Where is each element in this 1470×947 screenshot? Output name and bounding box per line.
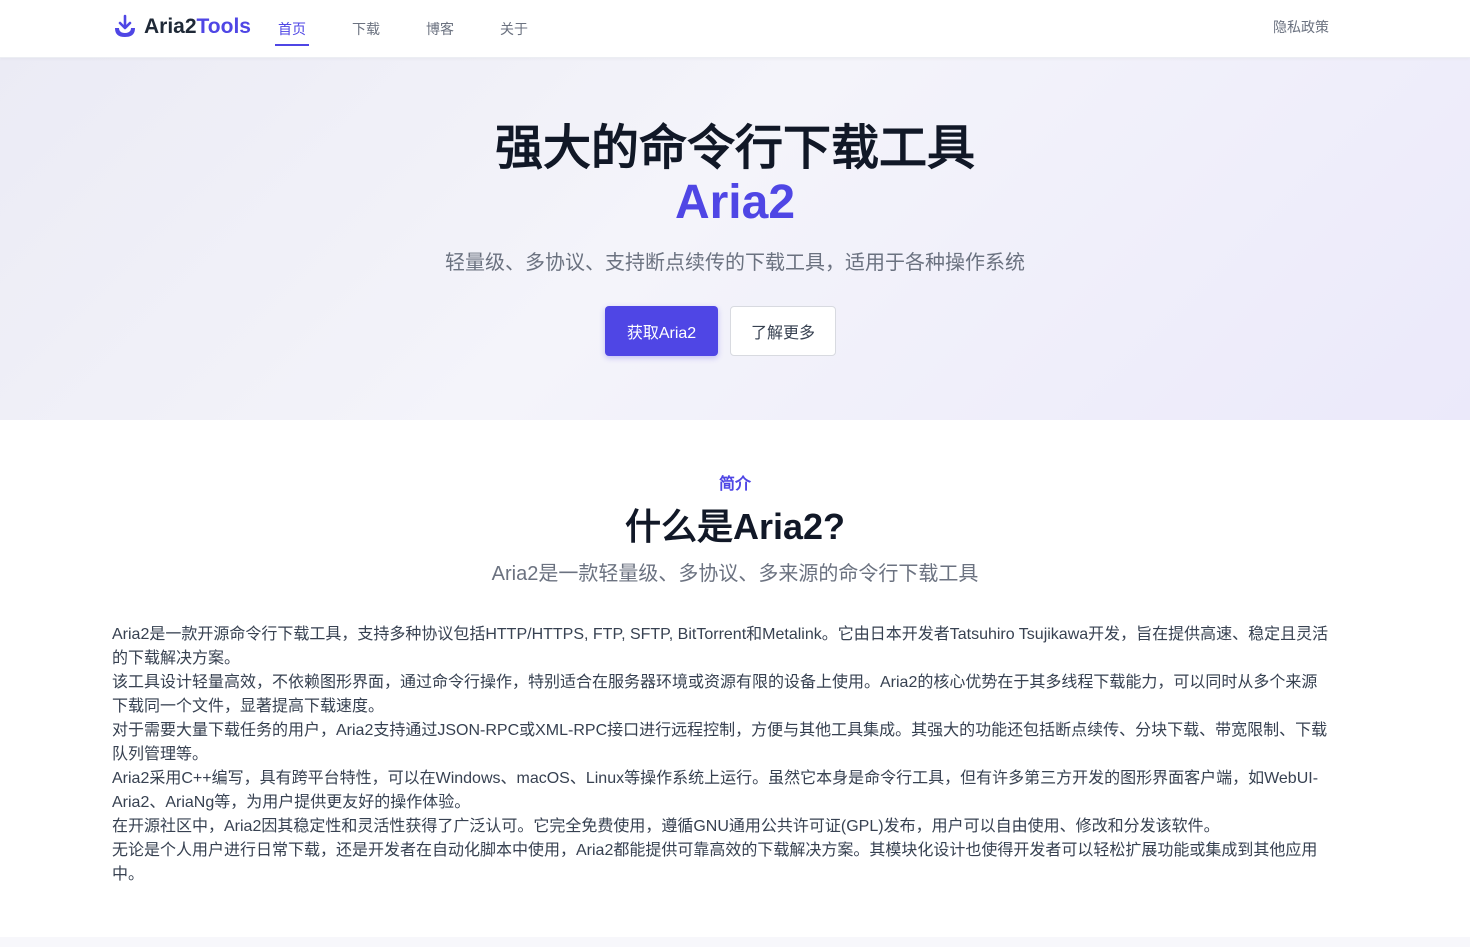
section-title: 什么是Aria2? — [624, 506, 846, 547]
learn-more-button[interactable]: 了解更多 — [730, 306, 836, 356]
logo-text: Aria2Tools — [144, 15, 251, 39]
intro-paragraph: 该工具设计轻量高效，不依赖图形界面，通过命令行操作，特别适合在服务器环境或资源有… — [112, 674, 1318, 715]
intro-paragraph: Aria2是一款开源命令行下载工具，支持多种协议包括HTTP/HTTPS, FT… — [112, 626, 1329, 667]
hero-section: 强大的命令行下载工具 Aria2 轻量级、多协议、支持断点续传的下载工具，适用于… — [0, 58, 1470, 420]
intro-body: Aria2是一款开源命令行下载工具，支持多种协议包括HTTP/HTTPS, FT… — [112, 623, 1332, 887]
intro-paragraph: Aria2采用C++编写，具有跨平台特性，可以在Windows、macOS、Li… — [112, 770, 1319, 811]
intro-paragraph: 无论是个人用户进行日常下载，还是开发者在自动化脚本中使用，Aria2都能提供可靠… — [112, 842, 1318, 883]
site-header: Aria2Tools 首页 下载 博客 关于 隐私政策 — [0, 0, 1470, 58]
nav-blog[interactable]: 博客 — [423, 15, 457, 43]
hero-title: 强大的命令行下载工具 — [494, 122, 975, 175]
download-tray-icon — [115, 14, 135, 37]
section-eyebrow: 简介 — [718, 476, 751, 493]
get-aria2-button[interactable]: 获取Aria2 — [605, 306, 718, 356]
next-section-edge — [0, 937, 1470, 947]
privacy-policy-link[interactable]: 隐私政策 — [1273, 17, 1329, 37]
hero-subtitle: 轻量级、多协议、支持断点续传的下载工具，适用于各种操作系统 — [445, 252, 1025, 274]
site-logo[interactable]: Aria2Tools — [112, 13, 251, 41]
section-subtitle: Aria2是一款轻量级、多协议、多来源的命令行下载工具 — [491, 563, 979, 585]
nav-about[interactable]: 关于 — [497, 15, 531, 43]
main-nav: 首页 下载 博客 关于 — [275, 0, 571, 58]
nav-download[interactable]: 下载 — [349, 15, 383, 43]
intro-paragraph: 在开源社区中，Aria2因其稳定性和灵活性获得了广泛认可。它完全免费使用，遵循G… — [112, 818, 1220, 835]
logo-text-part1: Aria2 — [144, 15, 197, 38]
intro-section: 简介 什么是Aria2? Aria2是一款轻量级、多协议、多来源的命令行下载工具… — [0, 420, 1470, 947]
intro-paragraph: 对于需要大量下载任务的用户，Aria2支持通过JSON-RPC或XML-RPC接… — [112, 722, 1328, 763]
nav-home[interactable]: 首页 — [275, 15, 309, 46]
hero-title-highlight: Aria2 — [674, 176, 796, 229]
logo-text-part2: Tools — [196, 15, 251, 38]
